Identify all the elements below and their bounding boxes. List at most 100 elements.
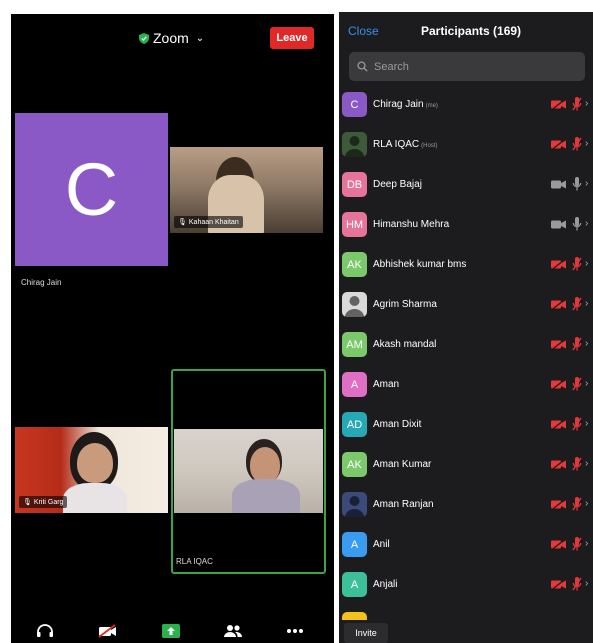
participant-avatar: AM [342,332,367,357]
audio-icon[interactable] [34,623,56,639]
participant-row[interactable]: A Anjali › [339,566,593,606]
participant-avatar: AK [342,452,367,477]
participant-initials: AD [346,418,363,431]
chevron-down-icon: ⌄ [195,32,205,44]
video-person [63,483,127,513]
participant-avatar [342,492,367,517]
participant-row[interactable]: Agrim Sharma › [339,286,593,326]
participant-name-group: RLA IQAC (Host) [373,139,437,150]
search-bar[interactable] [349,52,585,81]
participant-name-group: Anjali [373,579,397,590]
mic-muted-icon [572,416,582,432]
participant-row[interactable]: AM Akash mandal › [339,326,593,366]
participant-row[interactable]: AK Aman Kumar › [339,446,593,486]
meeting-title: Zoom [153,30,189,46]
participant-avatar: A [342,572,367,597]
participant-name-group: Aman [373,379,399,390]
mic-muted-icon [572,336,582,352]
video-off-icon [551,256,567,272]
video-off-icon [551,296,567,312]
mic-muted-icon [572,136,582,152]
participant-row[interactable]: C Chirag Jain (me) › [339,86,593,126]
chevron-right-icon: › [585,498,589,509]
participant-row[interactable]: A Anil › [339,526,593,566]
participant-name: Himanshu Mehra [373,219,450,230]
close-button[interactable]: Close [348,24,379,38]
chevron-right-icon: › [585,578,589,589]
participants-icon[interactable] [222,623,244,639]
self-avatar-tile[interactable]: C [15,113,168,266]
video-off-icon [551,536,567,552]
chevron-right-icon: › [585,178,589,189]
participant-row[interactable]: AD Aman Dixit › [339,406,593,446]
participant-row[interactable]: DB Deep Bajaj › [339,166,593,206]
participant-row[interactable]: HM Himanshu Mehra › [339,206,593,246]
video-name: Kriti Garg [33,498,64,506]
mic-muted-icon [572,296,582,312]
participant-initials: C [350,98,359,111]
participant-name-group: Abhishek kumar bms [373,259,466,270]
leave-button[interactable]: Leave [270,27,314,49]
video-off-icon [551,576,567,592]
participant-row[interactable]: AK Abhishek kumar bms › [339,246,593,286]
participant-name-group: Aman Ranjan [373,499,434,510]
participant-name-group: Himanshu Mehra [373,219,449,230]
participant-role: (Host) [421,143,438,149]
active-speaker-name: RLA IQAC [176,557,213,566]
share-screen-icon[interactable] [160,623,182,639]
video-off-icon [551,136,567,152]
participant-avatar: AD [342,412,367,437]
chevron-right-icon: › [585,138,589,149]
participant-name: Abhishek kumar bms [373,259,467,270]
meeting-view: Zoom ⌄ Leave C Chirag Jain 🎙 Kahaan Khai… [11,14,334,643]
participant-initials: A [350,538,359,551]
video-on-icon [551,216,567,232]
participant-row[interactable]: Aman Ranjan › [339,486,593,526]
mic-muted-icon [572,536,582,552]
mic-muted-icon [572,376,582,392]
video-person [250,447,280,483]
participant-row[interactable]: A Aman › [339,366,593,406]
participant-initials: A [350,578,359,591]
participant-initials: AK [347,458,362,471]
video-person [77,443,113,483]
participant-name-group: Aman Dixit [373,419,421,430]
participant-avatar: A [342,372,367,397]
meeting-title-menu[interactable]: Zoom ⌄ [139,30,204,46]
participant-name: Chirag Jain [373,99,424,110]
mic-muted-icon [572,496,582,512]
participant-name-group: Aman Kumar [373,459,431,470]
video-person [232,479,300,513]
video-on-icon [551,176,567,192]
participant-name: Aman [373,379,400,390]
partial-avatar [342,612,367,620]
meeting-toolbar [11,617,334,643]
video-off-icon[interactable] [97,623,119,639]
participant-name-group: Deep Bajaj [373,179,422,190]
mic-muted-icon [572,576,582,592]
video-tile-kriti[interactable]: 🎙 Kriti Garg [15,427,168,513]
participant-avatar: C [342,92,367,117]
mic-icon [572,176,582,192]
mic-icon [572,216,582,232]
participant-initials: DB [346,178,363,191]
participant-name: RLA IQAC [373,139,420,150]
more-icon[interactable] [284,623,306,639]
self-tile-name: Chirag Jain [21,278,62,287]
mic-muted-icon [572,96,582,112]
video-off-icon [551,416,567,432]
invite-button[interactable]: Invite [344,623,388,643]
video-tile-kahaan[interactable]: 🎙 Kahaan Khaitan [170,147,323,233]
chevron-right-icon: › [585,218,589,229]
chevron-right-icon: › [585,98,589,109]
participant-row[interactable]: RLA IQAC (Host) › [339,126,593,166]
chevron-right-icon: › [585,458,589,469]
video-tile-rla-iqac[interactable] [174,429,323,513]
participant-avatar [342,292,367,317]
participant-initials: HM [345,218,364,231]
chevron-right-icon: › [585,538,589,549]
video-off-icon [551,376,567,392]
search-input[interactable] [372,59,576,74]
participant-name: Akash mandal [373,339,437,350]
participant-name: Aman Kumar [373,459,432,470]
